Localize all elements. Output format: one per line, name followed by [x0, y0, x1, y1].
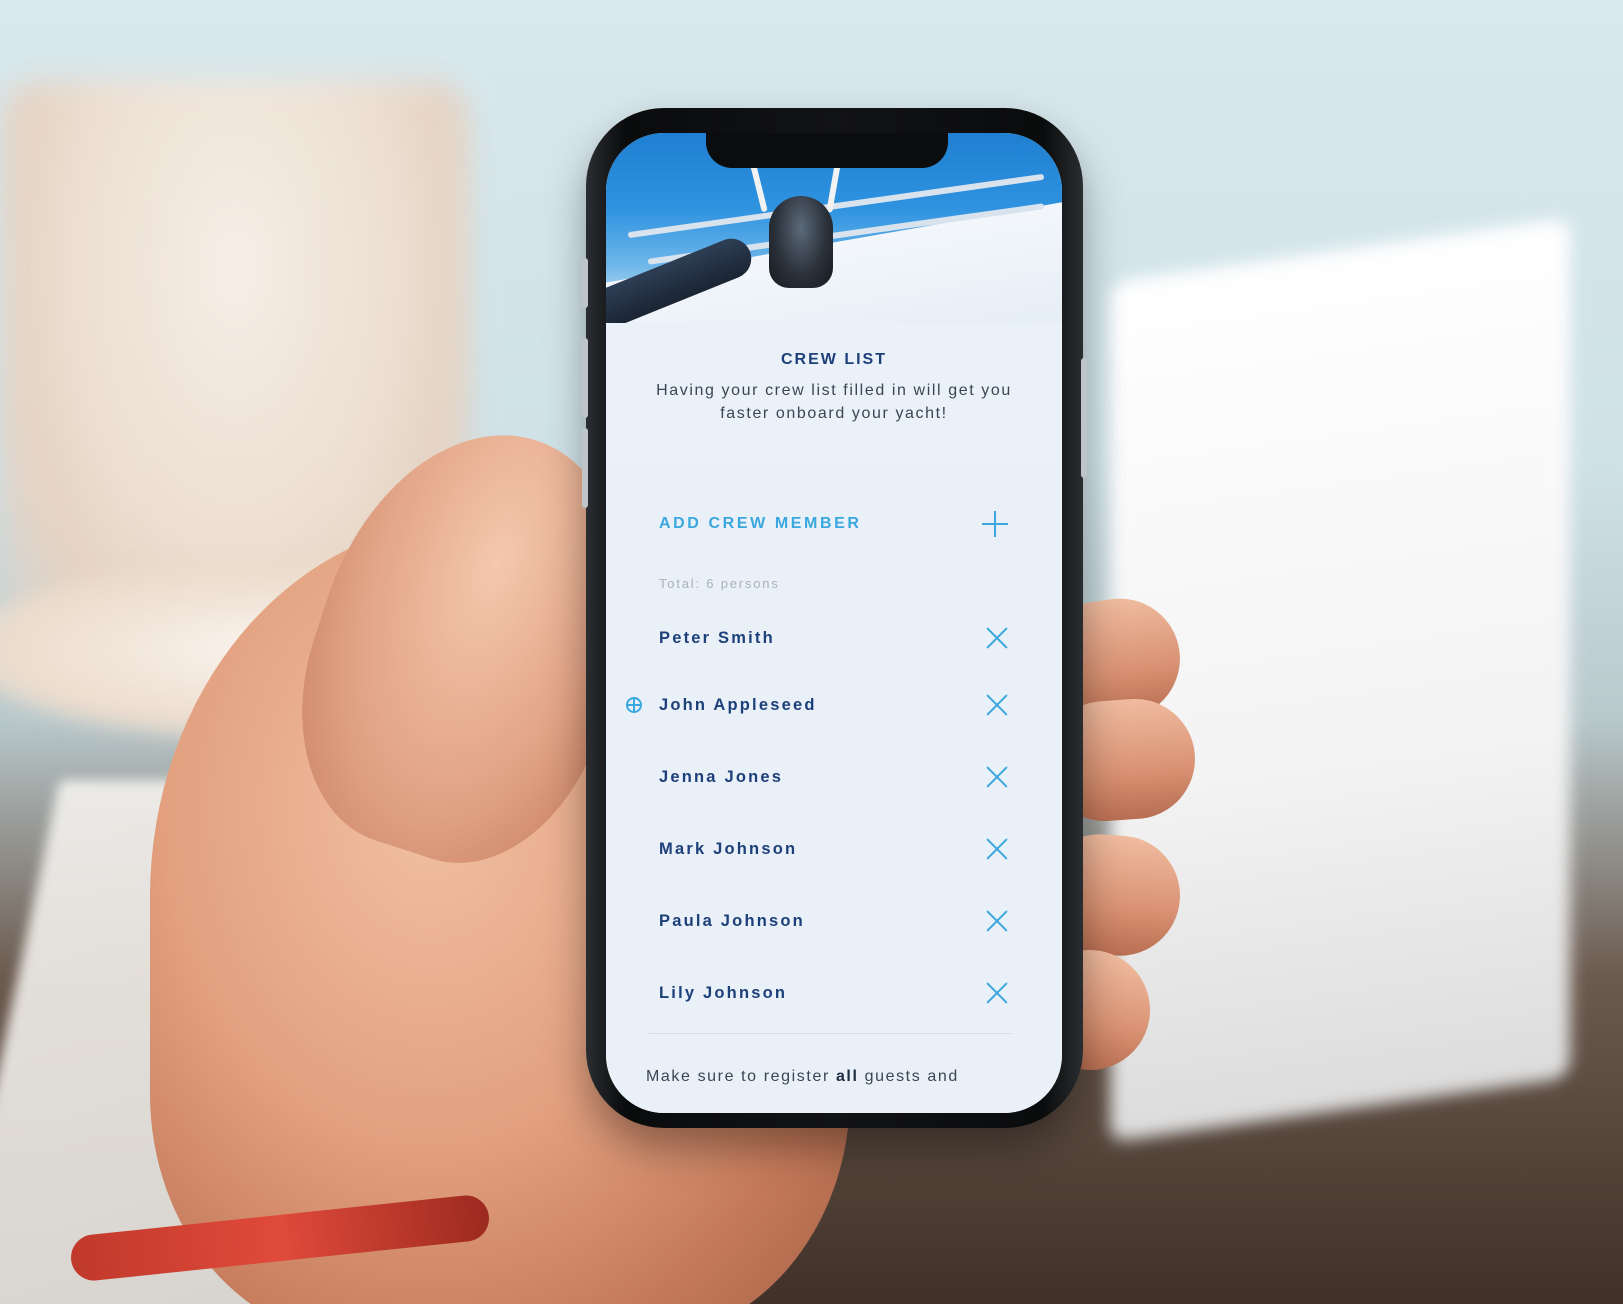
- phone-volume-up: [582, 338, 588, 418]
- add-crew-member-label: ADD CREW MEMBER: [659, 515, 862, 532]
- hero-pulley-block: [769, 196, 833, 288]
- crew-name: Peter Smith: [659, 628, 775, 647]
- close-icon[interactable]: [985, 837, 1009, 861]
- crew-row[interactable]: Jenna Jones: [659, 762, 1009, 792]
- close-icon[interactable]: [985, 693, 1009, 717]
- phone-screen: CREW LIST Having your crew list filled i…: [606, 133, 1062, 1113]
- crew-row[interactable]: Peter Smith: [659, 623, 1009, 653]
- crew-row[interactable]: John Appleseed: [659, 690, 1009, 720]
- phone-mute-switch: [582, 258, 588, 308]
- ship-wheel-icon: [626, 697, 642, 713]
- close-icon[interactable]: [985, 765, 1009, 789]
- crew-name: John Appleseed: [659, 695, 817, 714]
- phone-notch: [706, 133, 948, 168]
- crew-name: Jenna Jones: [659, 767, 784, 786]
- crew-list-panel: ADD CREW MEMBER Total: 6 persons Peter S…: [606, 466, 1062, 1113]
- phone-power-button: [1081, 358, 1087, 478]
- blurred-box: [1110, 217, 1570, 1143]
- plus-icon[interactable]: [981, 510, 1009, 538]
- crew-name: Lily Johnson: [659, 983, 788, 1002]
- crew-row[interactable]: Mark Johnson: [659, 834, 1009, 864]
- phone-volume-down: [582, 428, 588, 508]
- divider: [649, 1033, 1011, 1034]
- footer-note: Make sure to register all guests and: [646, 1068, 1026, 1086]
- crew-content: CREW LIST Having your crew list filled i…: [606, 323, 1062, 1113]
- footer-suffix: guests and: [858, 1068, 959, 1085]
- photo-background: CREW LIST Having your crew list filled i…: [0, 0, 1623, 1304]
- page-subtitle: Having your crew list filled in will get…: [656, 382, 1012, 422]
- footer-bold: all: [835, 1068, 859, 1085]
- crew-total: Total: 6 persons: [659, 576, 780, 591]
- crew-name: Paula Johnson: [659, 911, 805, 930]
- phone: CREW LIST Having your crew list filled i…: [582, 108, 1087, 1128]
- footer-prefix: Make sure to register: [646, 1068, 836, 1085]
- close-icon[interactable]: [985, 981, 1009, 1005]
- close-icon[interactable]: [985, 909, 1009, 933]
- page-title: CREW LIST: [781, 351, 887, 368]
- crew-name: Mark Johnson: [659, 839, 798, 858]
- close-icon[interactable]: [985, 626, 1009, 650]
- crew-row[interactable]: Lily Johnson: [659, 978, 1009, 1008]
- crew-row[interactable]: Paula Johnson: [659, 906, 1009, 936]
- add-crew-member-button[interactable]: ADD CREW MEMBER: [659, 506, 1009, 542]
